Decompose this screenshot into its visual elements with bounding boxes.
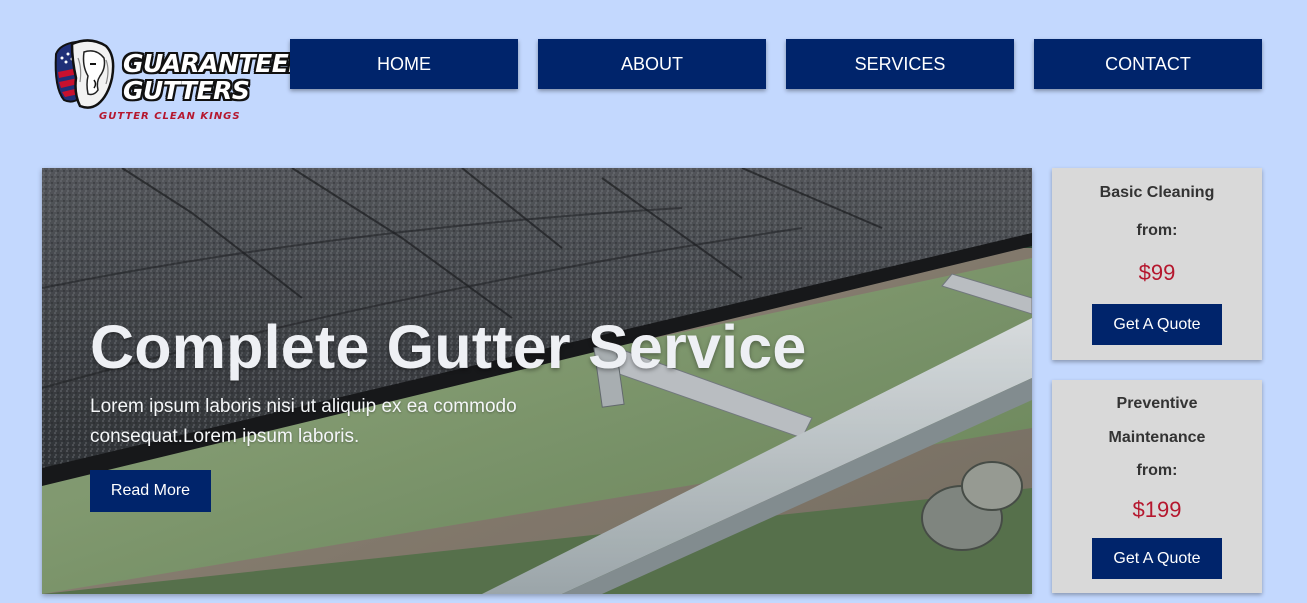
- brand-logo[interactable]: GUARANTEED GUTTERS GUTTER CLEAN KINGS: [50, 38, 309, 128]
- hero-description: Lorem ipsum laboris nisi ut aliquip ex e…: [90, 396, 517, 447]
- card-price: $99: [1138, 260, 1176, 285]
- hero-title: Complete Gutter Service: [90, 313, 807, 381]
- nav-home-button[interactable]: HOME: [290, 39, 518, 89]
- card-title-line: Preventive: [1116, 395, 1198, 412]
- nav-contact-button[interactable]: CONTACT: [1034, 39, 1262, 89]
- price-card-preventive: Preventive Maintenance from: $199 Get A …: [1052, 380, 1262, 593]
- nav-about-button[interactable]: ABOUT: [538, 39, 766, 89]
- logo-line-2: GUTTERS: [123, 76, 250, 105]
- get-quote-button[interactable]: Get A Quote: [1092, 304, 1222, 345]
- card-title-line: Maintenance: [1108, 429, 1206, 446]
- hero-banner: Complete Gutter Service Lorem ipsum labo…: [42, 168, 1032, 594]
- logo-wordmark: GUARANTEED GUTTERS: [123, 50, 309, 104]
- get-quote-button[interactable]: Get A Quote: [1092, 538, 1222, 579]
- card-title-line: Basic Cleaning: [1099, 184, 1215, 201]
- logo-line-1: GUARANTEED: [123, 49, 309, 78]
- read-more-button[interactable]: Read More: [90, 470, 211, 512]
- logo-tagline: GUTTER CLEAN KINGS: [99, 111, 241, 122]
- card-from-label: from:: [1136, 222, 1178, 239]
- nav-services-button[interactable]: SERVICES: [786, 39, 1014, 89]
- card-from-label: from:: [1136, 462, 1178, 479]
- card-price: $199: [1132, 497, 1182, 522]
- price-card-basic: Basic Cleaning from: $99 Get A Quote: [1052, 168, 1262, 360]
- lion-flag-icon: [54, 39, 115, 109]
